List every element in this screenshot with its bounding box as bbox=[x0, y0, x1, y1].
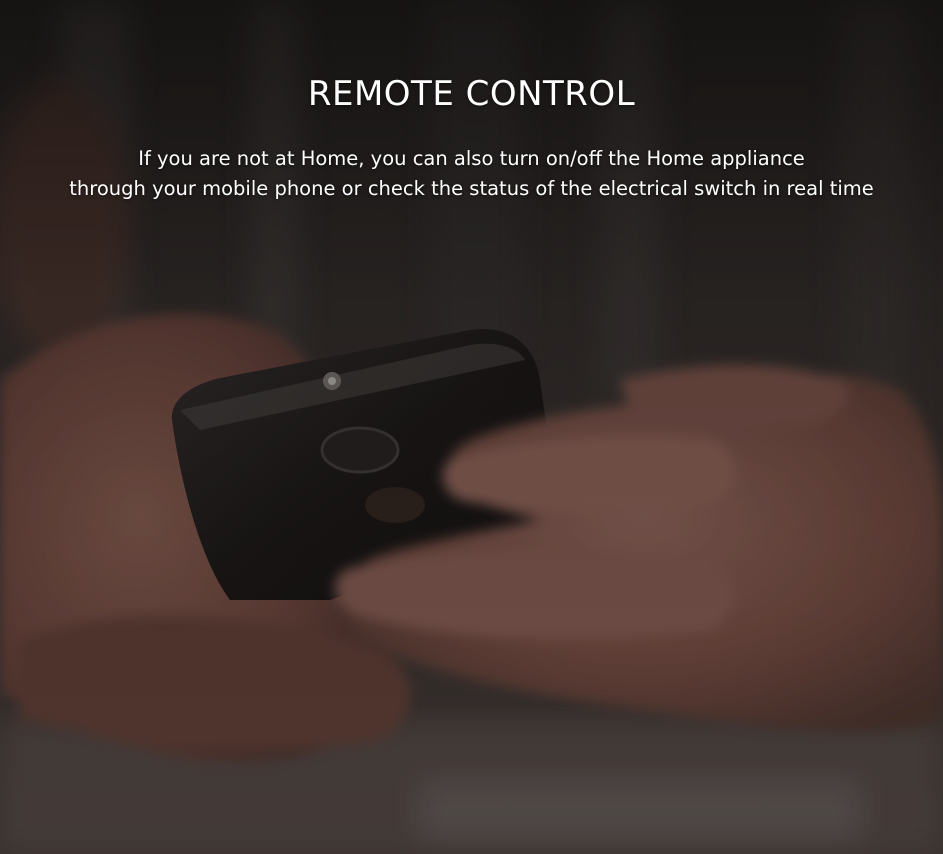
banner-description-line-1: If you are not at Home, you can also tur… bbox=[138, 147, 805, 170]
banner-title: REMOTE CONTROL bbox=[307, 74, 636, 114]
banner: REMOTE CONTROL If you are not at Home, y… bbox=[0, 0, 943, 854]
hands-holding-phone-photo bbox=[0, 0, 943, 854]
banner-description-line-2: through your mobile phone or check the s… bbox=[69, 177, 874, 200]
